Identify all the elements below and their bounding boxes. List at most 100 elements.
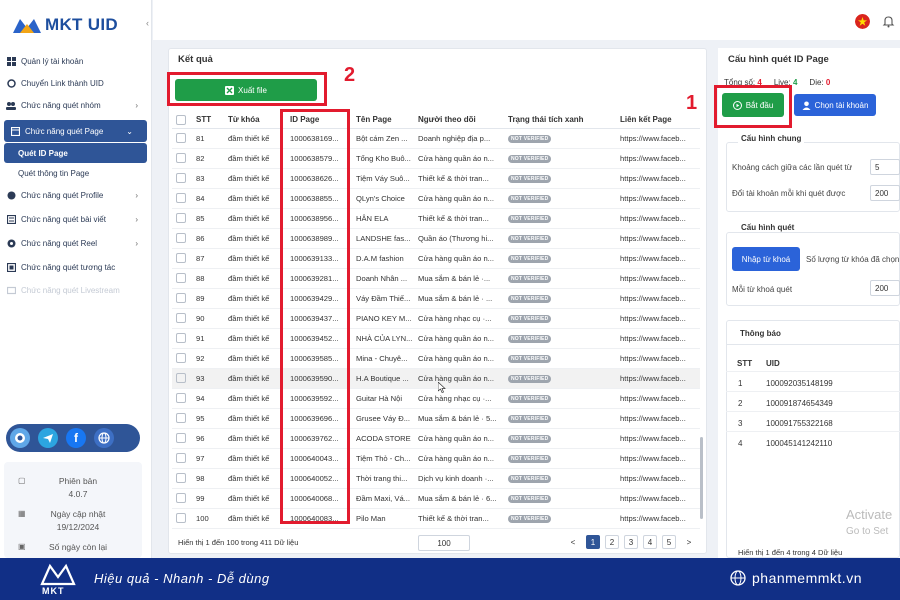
switch-account-input[interactable]: 200 <box>870 185 900 201</box>
table-row[interactable]: 96 đầm thiết kế 1000639762... ACODA STORE Cử… <box>172 428 700 449</box>
table-row[interactable]: 97 đầm thiết kế 1000640043... Tiệm Thỏ - Ch… <box>172 448 700 469</box>
checkbox[interactable] <box>176 114 186 125</box>
pagination-button[interactable]: 4 <box>643 535 657 549</box>
sidebar-subitem-page-info[interactable]: Quét thông tin Page <box>4 163 147 183</box>
checkbox[interactable] <box>176 313 186 323</box>
pagination-button[interactable]: 1 <box>586 535 600 549</box>
support-chat-icon[interactable] <box>10 428 30 448</box>
checkbox[interactable] <box>176 373 186 383</box>
bell-icon[interactable] <box>881 14 896 29</box>
sidebar-item-link-uid[interactable]: Chuyển Link thành UID <box>0 72 152 94</box>
sidebar-item-account[interactable]: Quản lý tài khoản <box>0 50 152 72</box>
page-size-select[interactable]: 100 <box>418 535 470 551</box>
sidebar-subitem-scan-id-page[interactable]: Quét ID Page <box>4 143 147 163</box>
collapse-sidebar-icon[interactable]: ‹ <box>146 18 149 28</box>
checkbox[interactable] <box>176 453 186 463</box>
checkbox[interactable] <box>176 353 186 363</box>
checkbox[interactable] <box>176 473 186 483</box>
table-row[interactable]: 83 đầm thiết kế 1000638626... Tiệm Váy Suô.… <box>172 168 700 189</box>
table-row[interactable]: 93 đầm thiết kế 1000639590... H.A Boutique … <box>172 368 700 389</box>
pagination-button[interactable]: 5 <box>662 535 676 549</box>
sidebar-item-scan-interaction[interactable]: Chức năng quét tương tác <box>0 256 152 278</box>
column-header[interactable]: Từ khóa <box>224 112 286 129</box>
facebook-icon[interactable]: f <box>66 428 86 448</box>
table-row[interactable]: 89 đầm thiết kế 1000639429... Váy Đầm Thiế.… <box>172 288 700 309</box>
table-row[interactable]: 99 đầm thiết kế 1000640068... Đầm Maxi, Vá.… <box>172 488 700 509</box>
per-keyword-input[interactable]: 200 <box>870 280 900 296</box>
pagination-button[interactable]: 3 <box>624 535 638 549</box>
sidebar-item-scan-group[interactable]: Chức năng quét nhóm › <box>0 94 152 116</box>
column-header[interactable]: Trạng thái tích xanh <box>504 112 616 129</box>
table-row[interactable]: 86 đầm thiết kế 1000638989... LANDSHE fas..… <box>172 228 700 249</box>
select-all-checkbox-cell[interactable] <box>172 112 192 129</box>
sidebar-item-scan-profile[interactable]: Chức năng quét Profile › <box>0 184 152 206</box>
checkbox[interactable] <box>176 513 186 523</box>
checkbox[interactable] <box>176 173 186 183</box>
globe-icon[interactable] <box>94 428 114 448</box>
checkbox[interactable] <box>176 293 186 303</box>
table-row[interactable]: 85 đầm thiết kế 1000638956... HÂN ELA Thiết … <box>172 208 700 229</box>
checkbox[interactable] <box>176 333 186 343</box>
checkbox[interactable] <box>176 493 186 503</box>
table-row[interactable]: 88 đầm thiết kế 1000639281... Doanh Nhân ..… <box>172 268 700 289</box>
sidebar-item-scan-reel[interactable]: Chức năng quét Reel › <box>0 232 152 254</box>
table-row[interactable]: 90 đầm thiết kế 1000639437... PIANO KEY M..… <box>172 308 700 329</box>
checkbox[interactable] <box>176 153 186 163</box>
pagination-button[interactable]: < <box>566 535 580 549</box>
row-checkbox-cell[interactable] <box>172 428 192 449</box>
checkbox[interactable] <box>176 133 186 143</box>
sidebar-item-scan-page[interactable]: Chức năng quét Page ⌄ <box>4 120 147 142</box>
table-row[interactable]: 92 đầm thiết kế 1000639585... Mina - Chuyê.… <box>172 348 700 369</box>
checkbox[interactable] <box>176 193 186 203</box>
table-row[interactable]: 87 đầm thiết kế 1000639133... D.A.M fashion… <box>172 248 700 269</box>
row-checkbox-cell[interactable] <box>172 348 192 369</box>
choose-account-button[interactable]: Chọn tài khoản <box>794 94 876 116</box>
table-row[interactable]: 100 đầm thiết kế 1000640083... Pilo Man Thiế… <box>172 508 700 529</box>
row-checkbox-cell[interactable] <box>172 128 192 149</box>
sidebar-item-scan-post[interactable]: Chức năng quét bài viết › <box>0 208 152 230</box>
table-row[interactable]: 84 đầm thiết kế 1000638855... QLyn's Choice… <box>172 188 700 209</box>
row-checkbox-cell[interactable] <box>172 468 192 489</box>
row-checkbox-cell[interactable] <box>172 388 192 409</box>
row-checkbox-cell[interactable] <box>172 228 192 249</box>
checkbox[interactable] <box>176 433 186 443</box>
row-checkbox-cell[interactable] <box>172 368 192 389</box>
row-checkbox-cell[interactable] <box>172 288 192 309</box>
delay-input[interactable]: 5 <box>870 159 900 175</box>
sidebar-subitem-label: Quét thông tin Page <box>18 168 90 178</box>
pagination-button[interactable]: > <box>682 535 696 549</box>
row-checkbox-cell[interactable] <box>172 448 192 469</box>
app-info-panel: ▢ Phiên bản 4.0.7 ▦ Ngày cập nhật 19/12/20… <box>4 462 142 558</box>
row-checkbox-cell[interactable] <box>172 488 192 509</box>
table-row[interactable]: 91 đầm thiết kế 1000639452... NHÀ CỦA LYN..… <box>172 328 700 349</box>
row-checkbox-cell[interactable] <box>172 268 192 289</box>
telegram-icon[interactable] <box>38 428 58 448</box>
table-scrollbar[interactable] <box>700 437 703 519</box>
table-row[interactable]: 98 đầm thiết kế 1000640052... Thời trang th… <box>172 468 700 489</box>
checkbox[interactable] <box>176 233 186 243</box>
row-checkbox-cell[interactable] <box>172 508 192 529</box>
row-checkbox-cell[interactable] <box>172 308 192 329</box>
checkbox[interactable] <box>176 273 186 283</box>
checkbox[interactable] <box>176 253 186 263</box>
table-row[interactable]: 95 đầm thiết kế 1000639696... Grusee Váy Đ.… <box>172 408 700 429</box>
row-checkbox-cell[interactable] <box>172 248 192 269</box>
pagination-button[interactable]: 2 <box>605 535 619 549</box>
row-checkbox-cell[interactable] <box>172 408 192 429</box>
row-checkbox-cell[interactable] <box>172 208 192 229</box>
column-header[interactable]: Người theo dõi <box>414 112 504 129</box>
row-checkbox-cell[interactable] <box>172 188 192 209</box>
row-checkbox-cell[interactable] <box>172 168 192 189</box>
checkbox[interactable] <box>176 213 186 223</box>
enter-keyword-button[interactable]: Nhập từ khoá <box>732 247 800 271</box>
column-header[interactable]: STT <box>192 112 224 129</box>
row-checkbox-cell[interactable] <box>172 328 192 349</box>
table-row[interactable]: 94 đầm thiết kế 1000639592... Guitar Hà Nội… <box>172 388 700 409</box>
checkbox[interactable] <box>176 413 186 423</box>
column-header[interactable]: Tên Page <box>352 112 414 129</box>
checkbox[interactable] <box>176 393 186 403</box>
vietnam-flag-icon[interactable] <box>855 14 870 29</box>
table-row[interactable]: 81 đầm thiết kế 1000638169... Bột cám Zen .… <box>172 128 700 149</box>
table-row[interactable]: 82 đầm thiết kế 1000638579... Tổng Kho Buô.… <box>172 148 700 169</box>
row-checkbox-cell[interactable] <box>172 148 192 169</box>
